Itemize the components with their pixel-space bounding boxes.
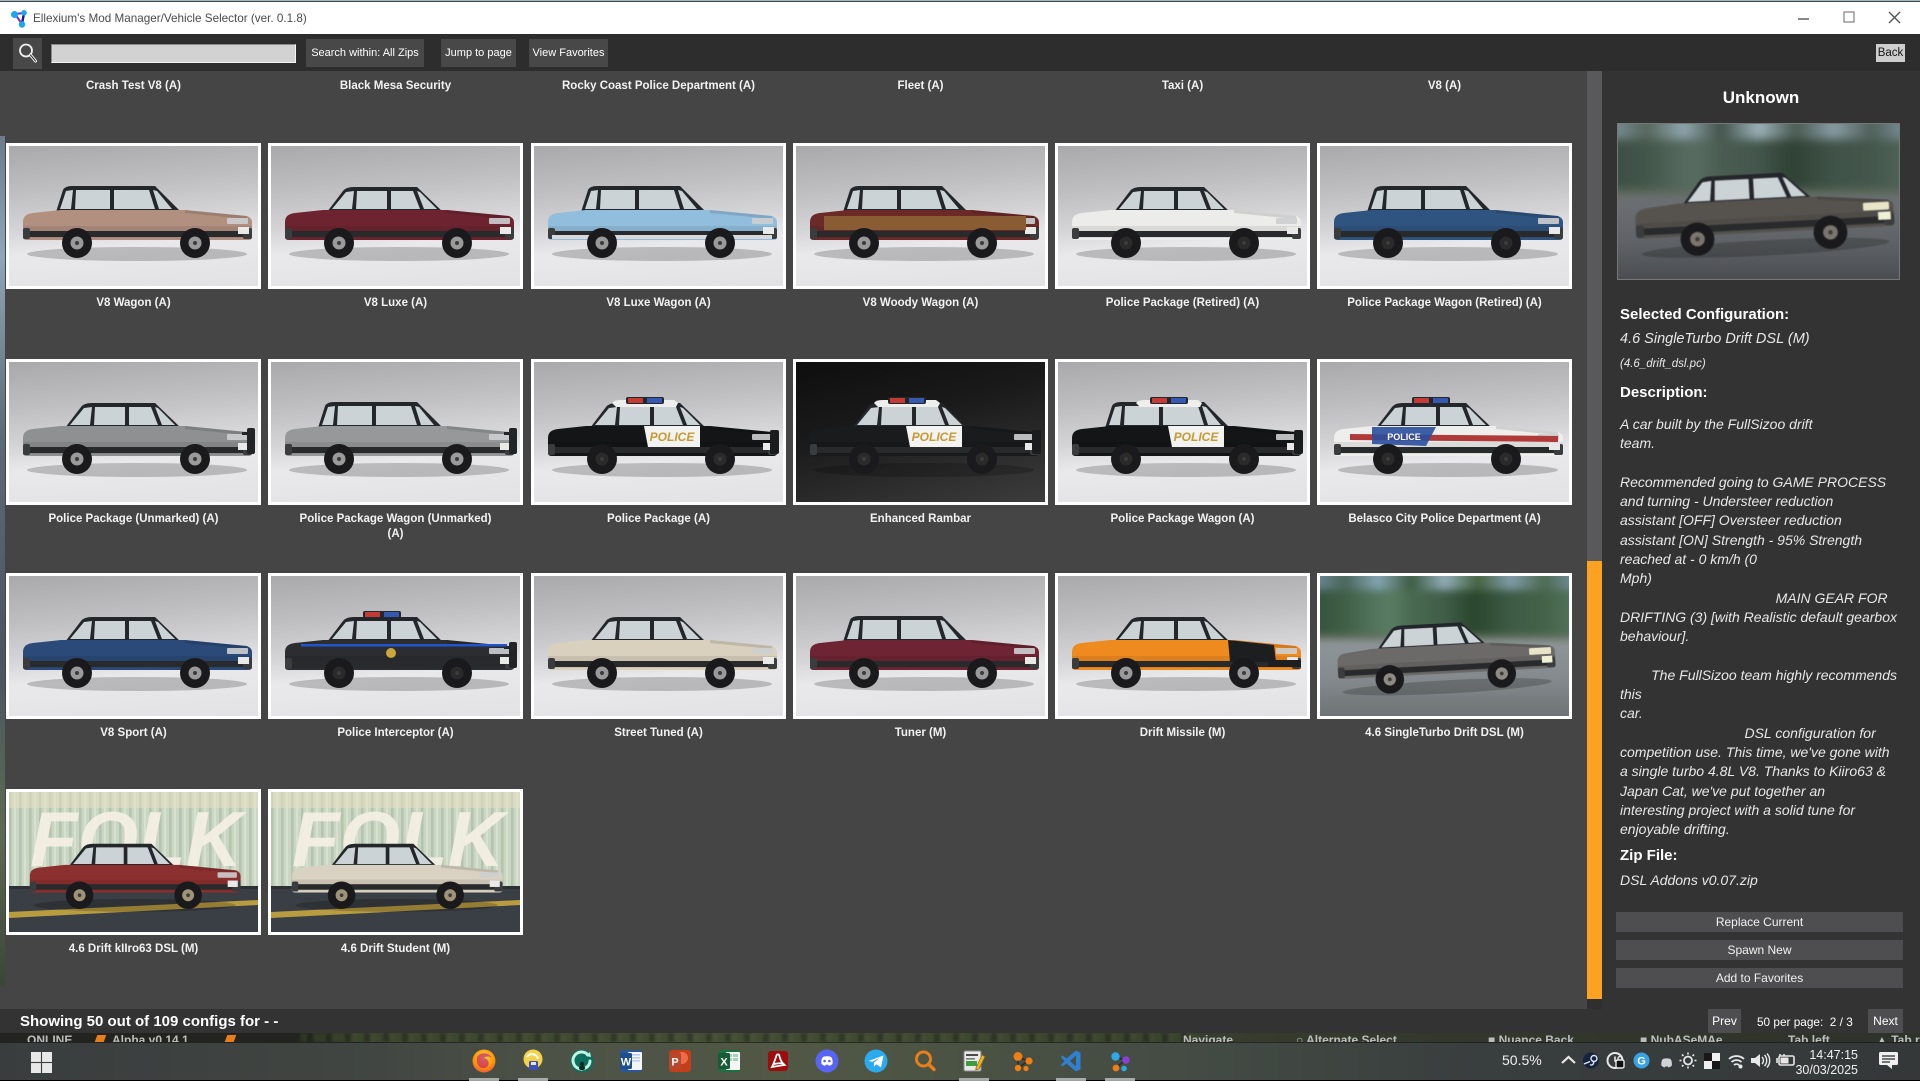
svg-text:POLICE: POLICE (912, 430, 958, 444)
svg-text:POLICE: POLICE (1174, 430, 1220, 444)
svg-text:W: W (621, 1057, 632, 1069)
svg-text:X: X (720, 1057, 728, 1069)
svg-text:G: G (1637, 1056, 1646, 1068)
svg-text:P: P (671, 1057, 678, 1069)
svg-text:POLICE: POLICE (650, 430, 696, 444)
svg-text:POLICE: POLICE (1387, 432, 1421, 442)
